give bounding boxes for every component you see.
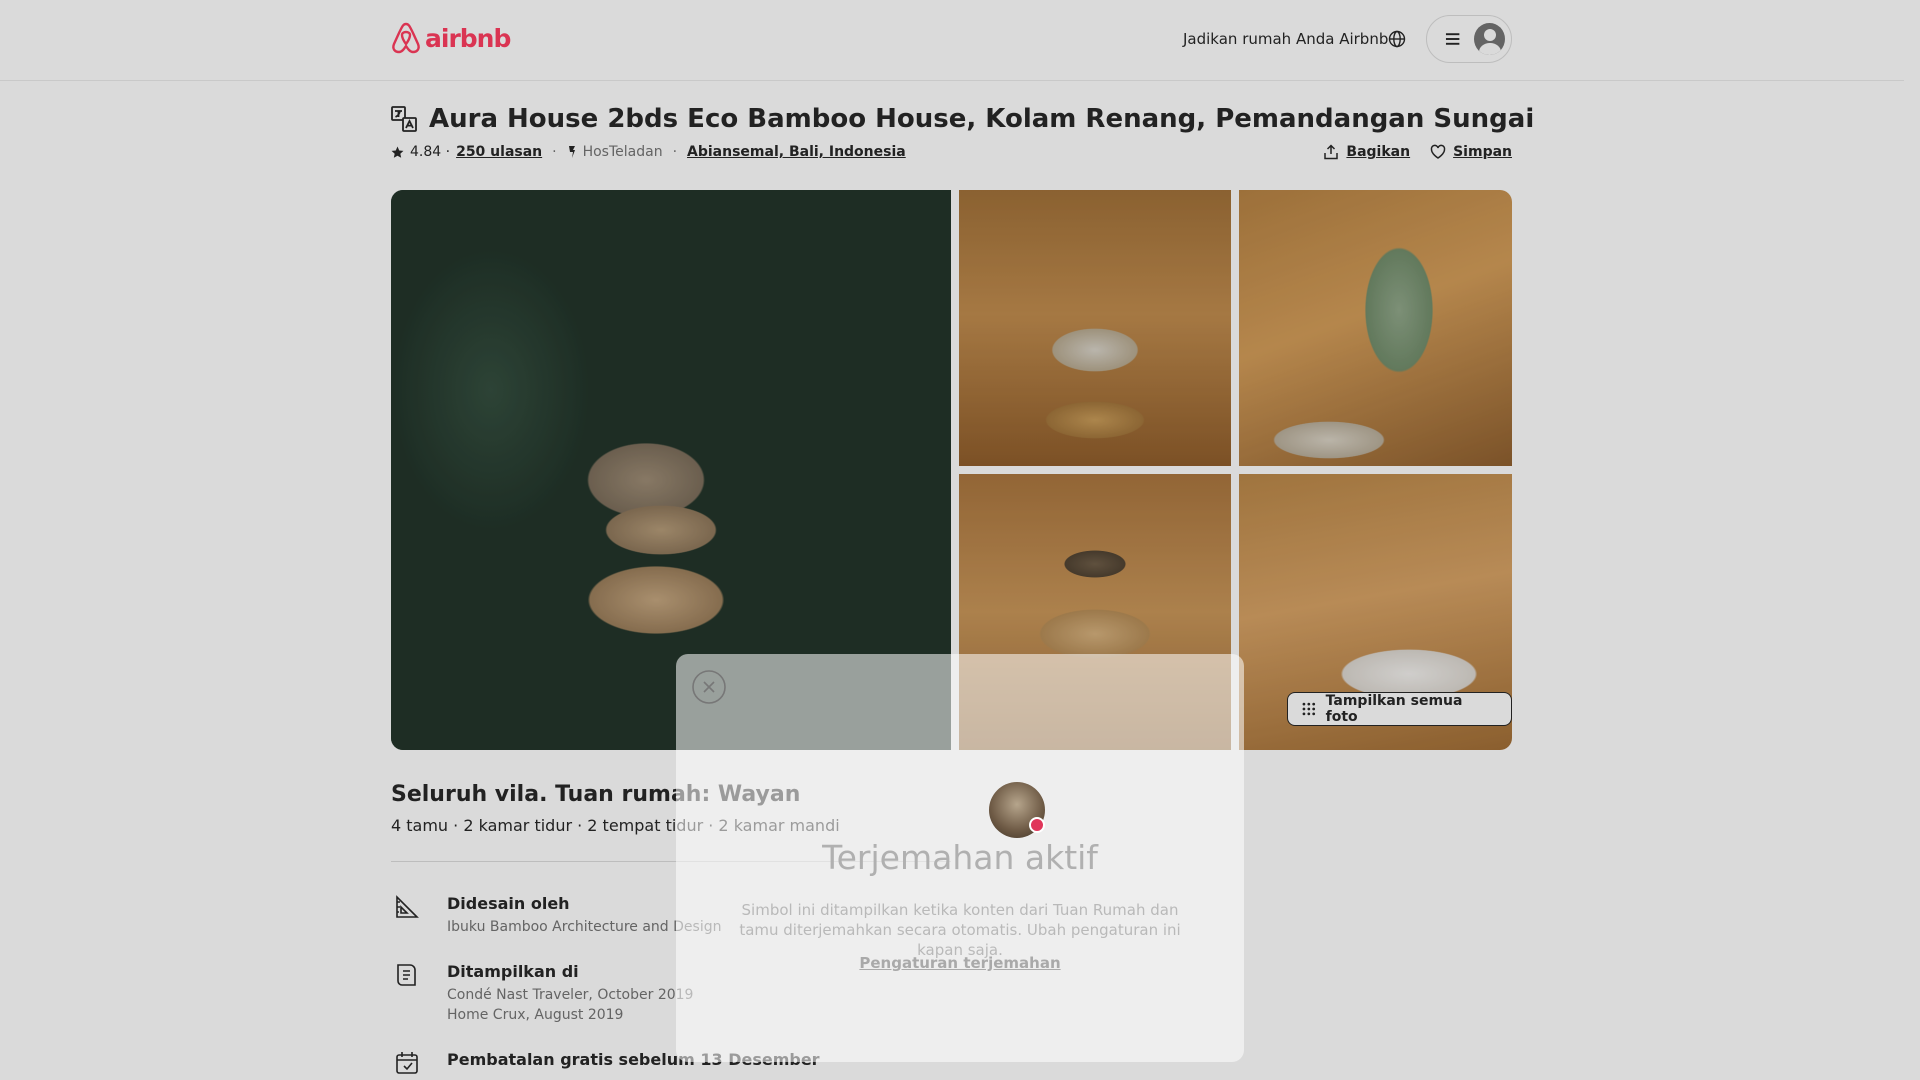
- modal-title: Terjemahan aktif: [822, 838, 1098, 877]
- translation-modal: Terjemahan aktif Simbol ini ditampilkan …: [676, 654, 1244, 1062]
- modal-body: Simbol ini ditampilkan ketika konten dar…: [739, 901, 1181, 959]
- close-button[interactable]: [692, 670, 726, 704]
- translate-badge-icon: [1029, 817, 1045, 833]
- translation-settings-link[interactable]: Pengaturan terjemahan: [676, 954, 1244, 972]
- close-icon: [692, 670, 726, 704]
